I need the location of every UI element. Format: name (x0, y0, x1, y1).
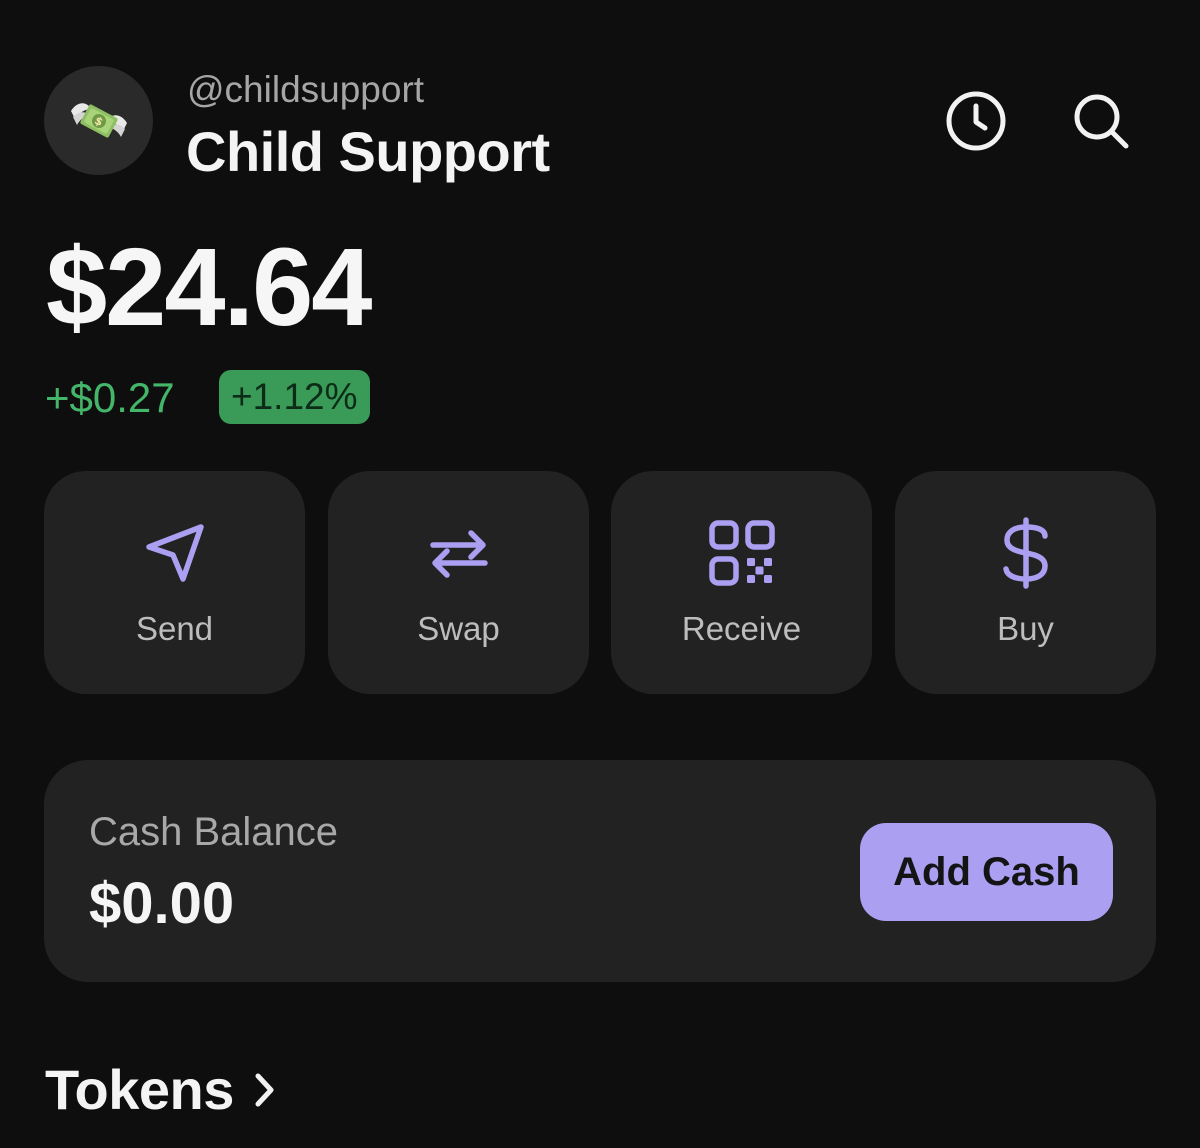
search-icon (1074, 94, 1129, 149)
account-name[interactable]: Child Support (186, 118, 550, 186)
change-percent-badge: +1.12% (219, 370, 370, 424)
receive-button[interactable]: Receive (611, 471, 872, 694)
cash-balance-card: Cash Balance $0.00 Add Cash (44, 760, 1156, 982)
account-handle: @childsupport (187, 69, 425, 110)
tokens-section-link[interactable]: Tokens (45, 1055, 276, 1125)
tokens-title: Tokens (45, 1058, 234, 1121)
add-cash-button[interactable]: Add Cash (860, 823, 1113, 921)
qr-code-icon (708, 520, 775, 586)
cash-balance-label: Cash Balance (89, 810, 339, 854)
change-amount: +$0.27 (45, 374, 175, 421)
dollar-icon (1002, 517, 1048, 589)
search-button[interactable] (1068, 88, 1134, 154)
send-label: Send (135, 610, 214, 647)
clock-icon (946, 91, 1006, 151)
send-icon (145, 524, 204, 582)
buy-button[interactable]: Buy (895, 471, 1156, 694)
receive-label: Receive (681, 610, 802, 647)
avatar[interactable]: $ (44, 66, 153, 175)
money-with-wings-icon: $ (70, 102, 127, 138)
send-button[interactable]: Send (44, 471, 305, 694)
swap-button[interactable]: Swap (328, 471, 589, 694)
buy-label: Buy (997, 610, 1054, 647)
history-button[interactable] (943, 88, 1009, 154)
swap-label: Swap (417, 610, 500, 647)
cash-balance-value: $0.00 (89, 871, 235, 936)
chevron-right-icon (254, 1072, 276, 1108)
portfolio-balance: $24.64 (46, 226, 372, 349)
swap-arrows-icon (429, 530, 488, 578)
